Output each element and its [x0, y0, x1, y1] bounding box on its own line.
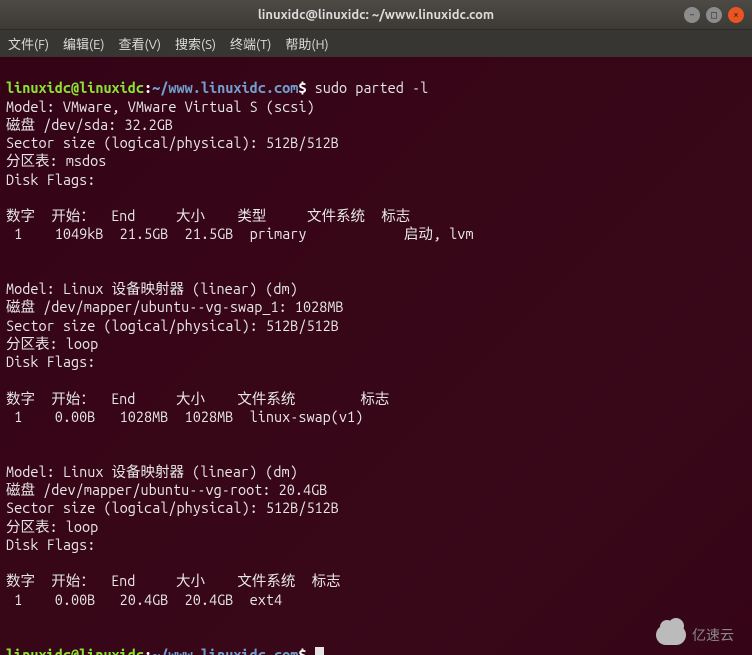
maximize-button[interactable]: □ — [706, 7, 722, 23]
prompt2-colon: : — [144, 646, 152, 655]
disk1-sector: Sector size (logical/physical): 512B/512… — [6, 134, 339, 151]
watermark: 亿速云 — [656, 625, 734, 645]
disk2-disk: 磁盘 /dev/mapper/ubuntu--vg-swap_1: 1028MB — [6, 298, 344, 315]
terminal-area[interactable]: linuxidc@linuxidc:~/www.linuxidc.com$ su… — [0, 57, 752, 655]
disk1-header: 数字 开始： End 大小 类型 文件系统 标志 — [6, 207, 410, 224]
prompt-userhost: linuxidc@linuxidc — [6, 79, 144, 96]
disk2-row: 1 0.00B 1028MB 1028MB linux-swap(v1) — [6, 408, 363, 425]
disk3-row: 1 0.00B 20.4GB 20.4GB ext4 — [6, 591, 282, 608]
prompt-dollar: $ — [298, 79, 306, 96]
titlebar: linuxidc@linuxidc: ~/www.linuxidc.com – … — [0, 0, 752, 30]
disk2-flags: Disk Flags: — [6, 353, 95, 370]
disk3-sector: Sector size (logical/physical): 512B/512… — [6, 499, 339, 516]
menu-file[interactable]: 文件(F) — [8, 34, 49, 53]
disk3-disk: 磁盘 /dev/mapper/ubuntu--vg-root: 20.4GB — [6, 481, 327, 498]
close-button[interactable]: × — [728, 7, 744, 23]
disk2-sector: Sector size (logical/physical): 512B/512… — [6, 317, 339, 334]
disk2-header: 数字 开始： End 大小 文件系统 标志 — [6, 390, 389, 407]
menu-search[interactable]: 搜索(S) — [175, 34, 216, 53]
cloud-icon — [656, 625, 686, 645]
terminal-content: linuxidc@linuxidc:~/www.linuxidc.com$ su… — [6, 79, 746, 655]
menu-edit[interactable]: 编辑(E) — [63, 34, 104, 53]
command-text: sudo parted -l — [315, 79, 429, 96]
disk2-table: 分区表: loop — [6, 335, 98, 352]
disk1-flags: Disk Flags: — [6, 171, 95, 188]
disk3-header: 数字 开始： End 大小 文件系统 标志 — [6, 572, 341, 589]
menu-terminal[interactable]: 终端(T) — [230, 34, 271, 53]
disk3-table: 分区表: loop — [6, 518, 98, 535]
disk1-model: Model: VMware, VMware Virtual S (scsi) — [6, 98, 315, 115]
prompt2-userhost: linuxidc@linuxidc — [6, 646, 144, 655]
disk3-flags: Disk Flags: — [6, 536, 95, 553]
prompt2-path: ~/www.linuxidc.com — [152, 646, 298, 655]
menu-view[interactable]: 查看(V) — [119, 34, 161, 53]
disk1-disk: 磁盘 /dev/sda: 32.2GB — [6, 116, 173, 133]
disk1-table: 分区表: msdos — [6, 152, 106, 169]
cursor — [315, 647, 324, 655]
window-title: linuxidc@linuxidc: ~/www.linuxidc.com — [10, 8, 742, 22]
menu-help[interactable]: 帮助(H) — [285, 34, 328, 53]
prompt2-dollar: $ — [298, 646, 306, 655]
disk2-model: Model: Linux 设备映射器 (linear) (dm) — [6, 280, 298, 297]
minimize-button[interactable]: – — [684, 7, 700, 23]
watermark-text: 亿速云 — [692, 625, 734, 645]
disk3-model: Model: Linux 设备映射器 (linear) (dm) — [6, 463, 298, 480]
disk1-row: 1 1049kB 21.5GB 21.5GB primary 启动, lvm — [6, 225, 473, 242]
prompt-colon: : — [144, 79, 152, 96]
window-controls: – □ × — [684, 7, 744, 23]
menubar: 文件(F) 编辑(E) 查看(V) 搜索(S) 终端(T) 帮助(H) — [0, 30, 752, 57]
prompt-path: ~/www.linuxidc.com — [152, 79, 298, 96]
